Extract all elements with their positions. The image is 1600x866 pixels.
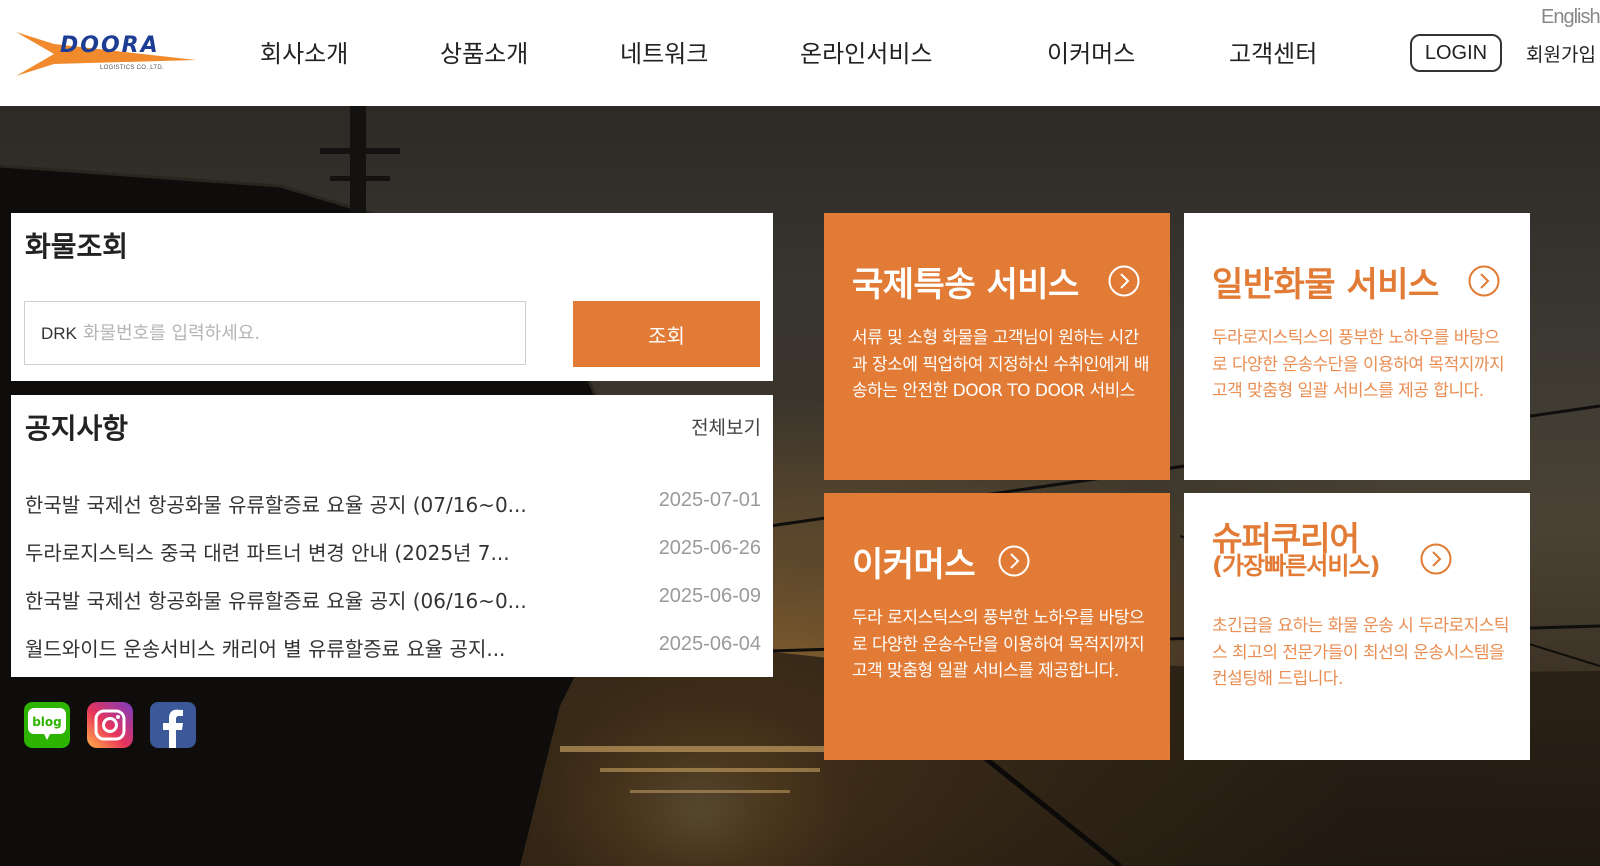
- nav-item-ecommerce[interactable]: 이커머스: [1047, 34, 1135, 74]
- service-card-title: 슈퍼쿠리어 (가장빠른서비스): [1212, 522, 1380, 580]
- logo-wordmark: DOORA: [60, 33, 160, 58]
- arrow-circle-icon: [1420, 543, 1452, 575]
- service-card-description: 두라 로지스틱스의 풍부한 노하우를 바탕으로 다양한 운송수단을 이용하여 목…: [852, 608, 1145, 681]
- notice-row-title[interactable]: 월드와이드 운송서비스 캐리어 별 유류할증료 요율 공지...: [25, 633, 585, 662]
- service-card-description: 초긴급을 요하는 화물 운송 시 두라로지스틱스 최고의 전문가들이 최선의 운…: [1212, 616, 1510, 689]
- service-card-subtitle: (가장빠른서비스): [1212, 552, 1380, 580]
- instagram-icon[interactable]: [87, 702, 133, 748]
- english-language-link[interactable]: English: [1541, 6, 1600, 29]
- service-card-general-cargo[interactable]: 일반화물 서비스 두라로지스틱스의 풍부한 노하우를 바탕으로 다양한 운송수단…: [1184, 213, 1530, 480]
- service-card-title: 이커머스: [852, 545, 976, 585]
- notice-row[interactable]: 한국발 국제선 항공화물 유류할증료 요율 공지 (06/16~0... 202…: [25, 577, 761, 625]
- notice-row[interactable]: 월드와이드 운송서비스 캐리어 별 유류할증료 요율 공지... 2025-06…: [25, 625, 761, 673]
- service-card-international-express[interactable]: 국제특송 서비스 서류 및 소형 화물을 고객님이 원하는 시간과 장소에 픽업…: [824, 213, 1170, 480]
- notice-row-date: 2025-06-04: [658, 633, 761, 655]
- facebook-icon[interactable]: [150, 702, 196, 748]
- signup-link[interactable]: 회원가입: [1526, 40, 1596, 67]
- arrow-circle-icon: [1108, 265, 1140, 297]
- view-all-notices-link[interactable]: 전체보기: [691, 413, 761, 440]
- notice-row-title[interactable]: 두라로지스틱스 중국 대련 파트너 변경 안내 (2025년 7...: [25, 537, 585, 566]
- nav-item-network[interactable]: 네트워크: [620, 34, 708, 74]
- service-card-description: 두라로지스틱스의 풍부한 노하우를 바탕으로 다양한 운송수단을 이용하여 목적…: [1212, 328, 1505, 401]
- notice-row-title[interactable]: 한국발 국제선 항공화물 유류할증료 요율 공지 (06/16~0...: [25, 585, 585, 614]
- tracking-prefix: DRK: [41, 324, 77, 343]
- tracking-number-field: DRK: [24, 301, 526, 365]
- notice-row[interactable]: 두라로지스틱스 중국 대련 파트너 변경 안내 (2025년 7... 2025…: [25, 529, 761, 577]
- nav-item-company[interactable]: 회사소개: [260, 34, 348, 74]
- service-card-title: 국제특송 서비스: [852, 265, 1079, 305]
- main-nav: 회사소개 상품소개 네트워크 온라인서비스 이커머스 고객센터: [216, 34, 1356, 74]
- doora-logo[interactable]: DOORA LOGISTICS CO.,LTD.: [14, 22, 196, 84]
- notice-row-date: 2025-07-01: [658, 489, 761, 511]
- service-card-title: 일반화물 서비스: [1212, 265, 1439, 305]
- nav-item-online-service[interactable]: 온라인서비스: [800, 34, 932, 74]
- cargo-search-panel: 화물조회 DRK 조회: [11, 213, 773, 381]
- notice-row-date: 2025-06-09: [658, 585, 761, 607]
- service-card-description: 서류 및 소형 화물을 고객님이 원하는 시간과 장소에 픽업하여 지정하신 수…: [852, 328, 1150, 401]
- notice-list: 한국발 국제선 항공화물 유류할증료 요율 공지 (07/16~0... 202…: [25, 481, 761, 673]
- track-search-button[interactable]: 조회: [573, 301, 760, 367]
- notice-row-title[interactable]: 한국발 국제선 항공화물 유류할증료 요율 공지 (07/16~0...: [25, 489, 585, 518]
- nav-item-customer-center[interactable]: 고객센터: [1229, 34, 1317, 74]
- notice-title: 공지사항: [25, 412, 129, 445]
- nav-item-products[interactable]: 상품소개: [440, 34, 528, 74]
- notice-panel: 공지사항 전체보기 한국발 국제선 항공화물 유류할증료 요율 공지 (07/1…: [11, 395, 773, 677]
- cargo-search-title: 화물조회: [25, 230, 129, 263]
- logo-subtext: LOGISTICS CO.,LTD.: [100, 65, 164, 71]
- service-card-super-courier[interactable]: 슈퍼쿠리어 (가장빠른서비스) 초긴급을 요하는 화물 운송 시 두라로지스틱스…: [1184, 493, 1530, 760]
- login-button[interactable]: LOGIN: [1410, 34, 1502, 72]
- arrow-circle-icon: [1468, 265, 1500, 297]
- blog-icon-label: blog: [32, 715, 62, 729]
- arrow-circle-icon: [998, 545, 1030, 577]
- notice-row[interactable]: 한국발 국제선 항공화물 유류할증료 요율 공지 (07/16~0... 202…: [25, 481, 761, 529]
- service-card-ecommerce[interactable]: 이커머스 두라 로지스틱스의 풍부한 노하우를 바탕으로 다양한 운송수단을 이…: [824, 493, 1170, 760]
- blog-icon[interactable]: blog: [24, 702, 70, 748]
- tracking-number-input[interactable]: [83, 312, 513, 354]
- notice-row-date: 2025-06-26: [658, 537, 761, 559]
- site-header: DOORA LOGISTICS CO.,LTD. 회사소개 상품소개 네트워크 …: [0, 0, 1600, 106]
